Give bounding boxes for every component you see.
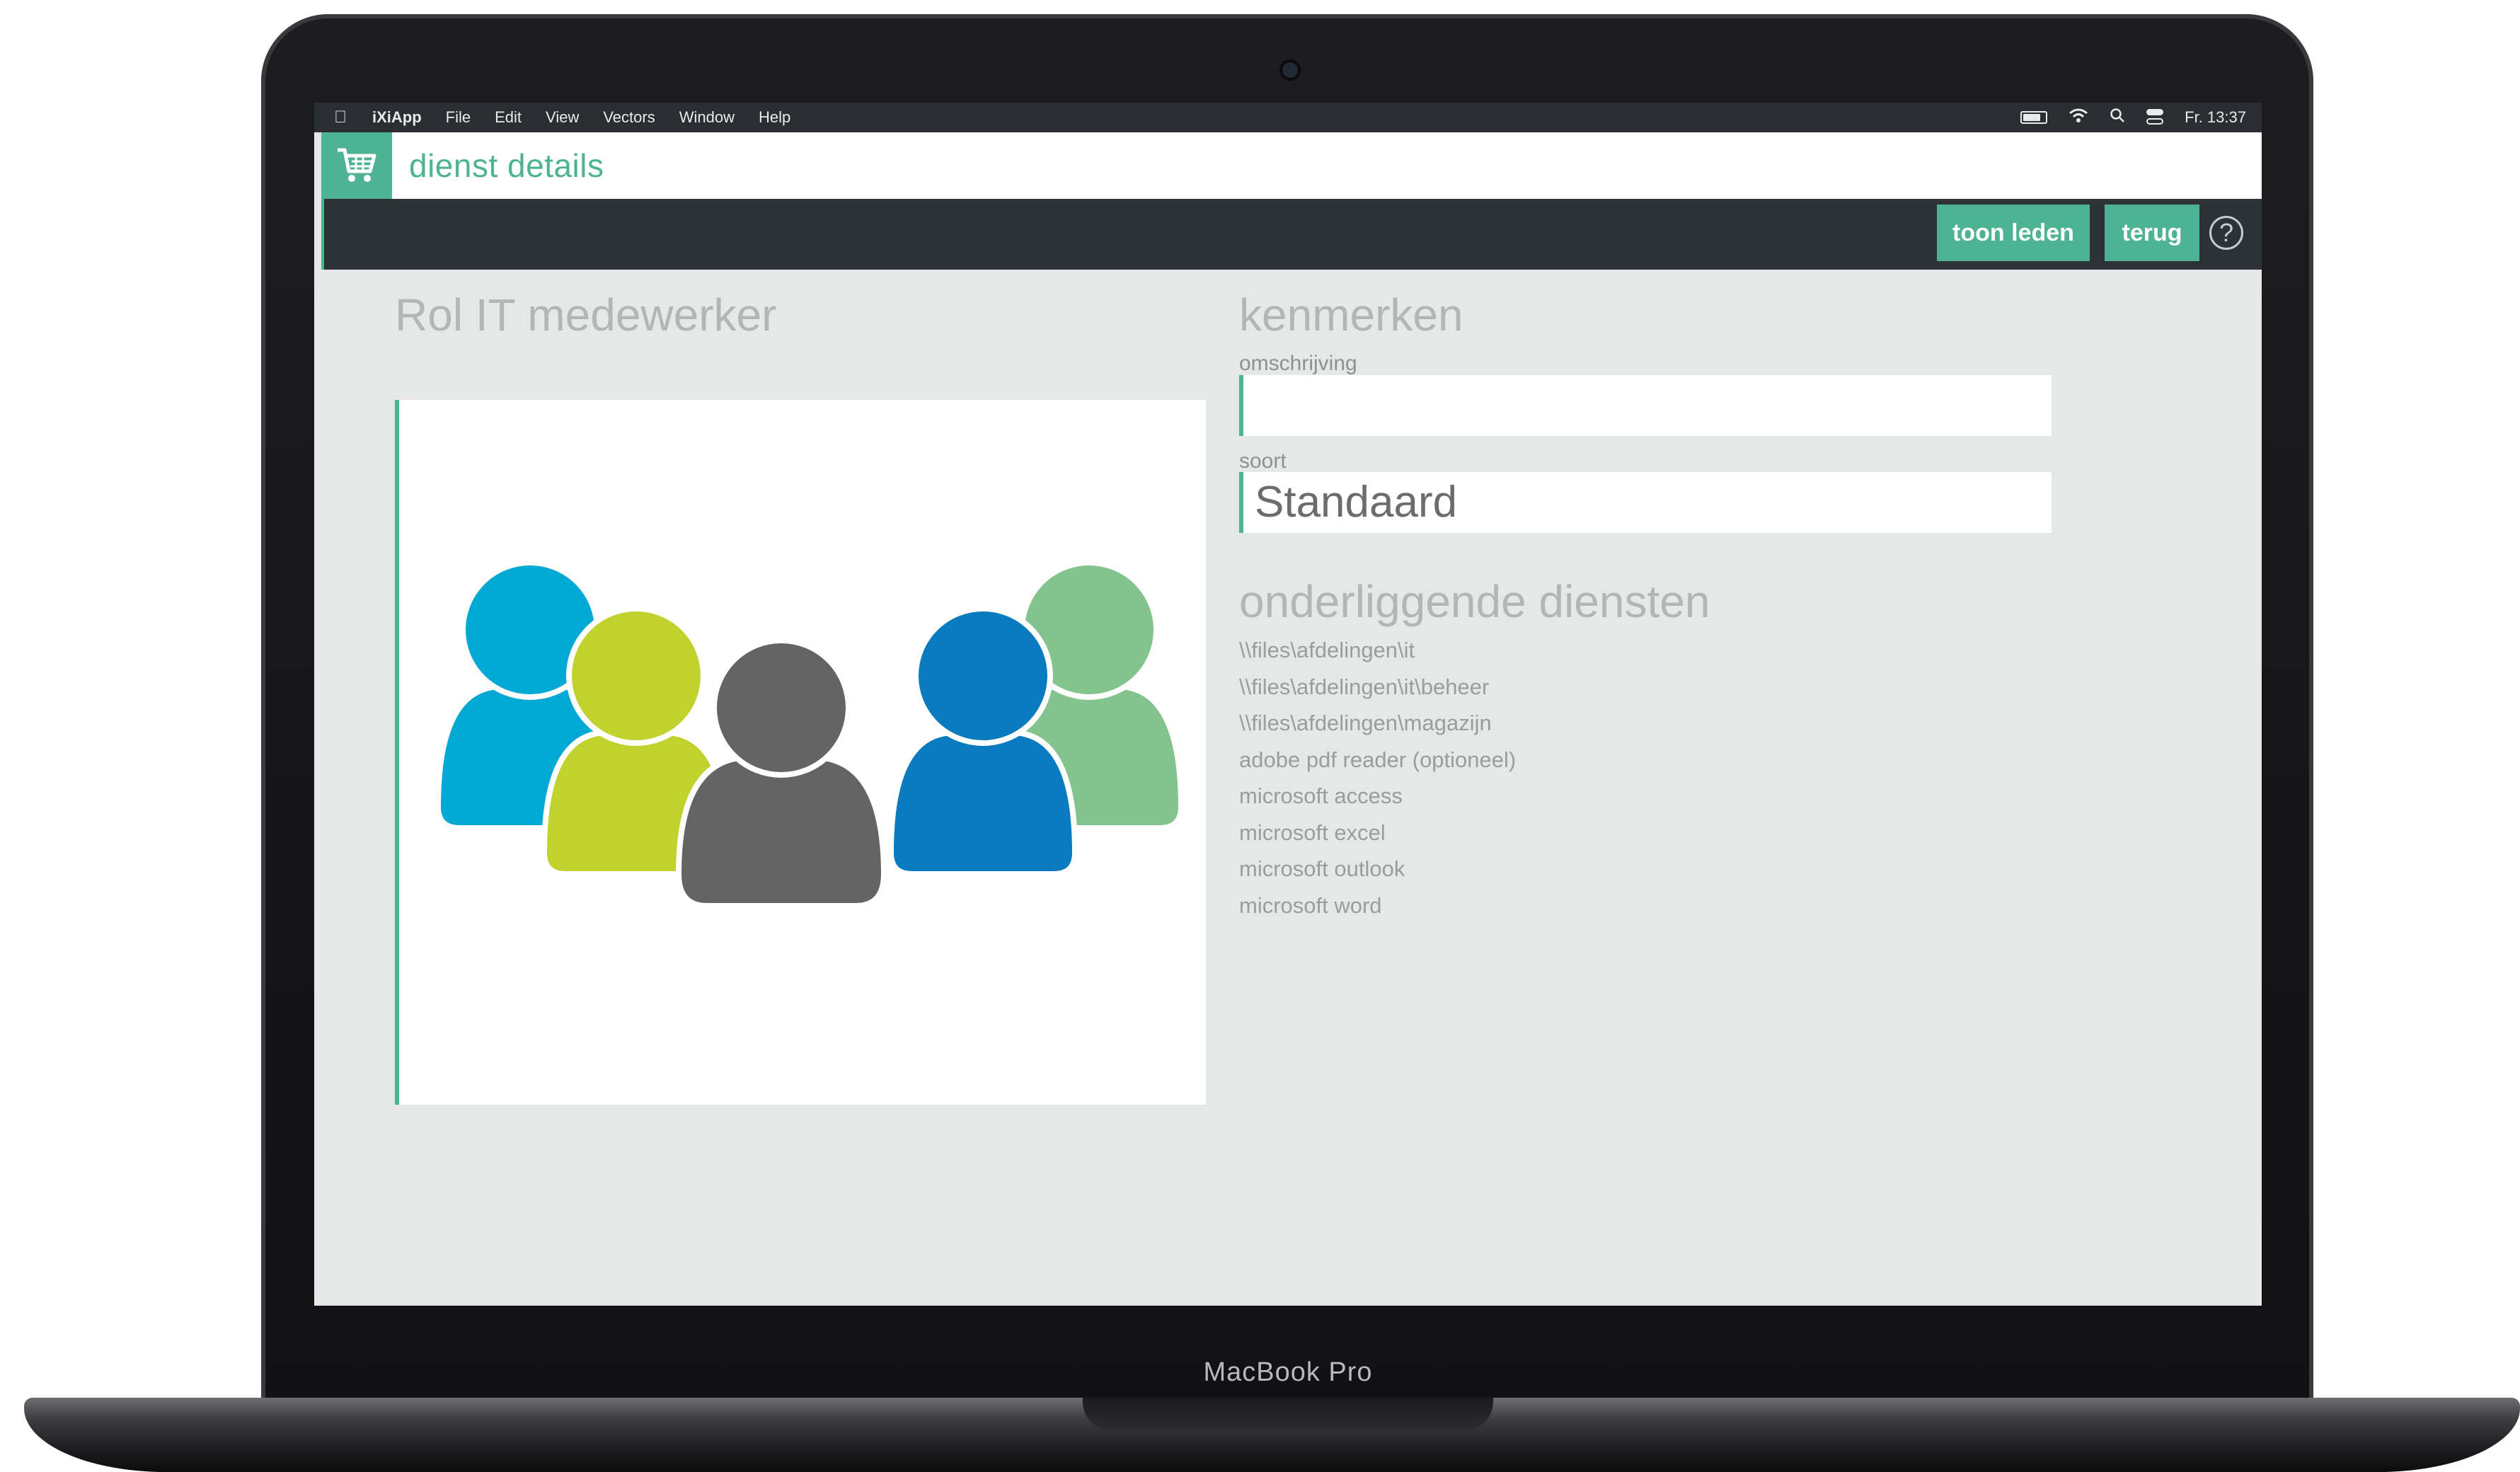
- kenmerken-title: kenmerken: [1239, 289, 1463, 340]
- menu-app[interactable]: iXiApp: [372, 108, 422, 127]
- service-item[interactable]: microsoft outlook: [1239, 851, 1516, 887]
- person-gray: [675, 638, 887, 909]
- battery-icon[interactable]: [2020, 111, 2048, 124]
- menu-vectors[interactable]: Vectors: [603, 108, 655, 127]
- back-button[interactable]: terug: [2105, 205, 2199, 261]
- description-input[interactable]: [1239, 375, 2052, 436]
- service-item[interactable]: \\files\afdelingen\it\beheer: [1239, 669, 1516, 706]
- help-icon[interactable]: ?: [2209, 216, 2243, 250]
- menu-file[interactable]: File: [446, 108, 471, 127]
- toolbar: toon leden terug ?: [321, 199, 2262, 270]
- device-label: MacBook Pro: [1203, 1357, 1373, 1387]
- menu-window[interactable]: Window: [679, 108, 735, 127]
- service-item[interactable]: adobe pdf reader (optioneel): [1239, 742, 1516, 778]
- cart-icon[interactable]: [321, 132, 392, 199]
- service-item[interactable]: microsoft access: [1239, 778, 1516, 815]
- control-center-icon[interactable]: [2146, 109, 2164, 126]
- wifi-icon[interactable]: [2069, 108, 2088, 127]
- status-area: Fr. 13:37: [2020, 103, 2246, 132]
- service-item[interactable]: \\files\afdelingen\magazijn: [1239, 705, 1516, 742]
- window-title: dienst details: [409, 147, 604, 184]
- type-label: soort: [1239, 449, 1287, 473]
- camera-icon: [1282, 62, 1298, 78]
- menu-help[interactable]: Help: [759, 108, 790, 127]
- apple-icon[interactable]: : [334, 108, 347, 127]
- show-members-button[interactable]: toon leden: [1937, 205, 2090, 261]
- people-group-icon: [435, 560, 1185, 909]
- laptop-notch: [1083, 1398, 1493, 1430]
- menu-bar:  iXiApp File Edit View Vectors Window H…: [314, 103, 2262, 132]
- role-image-card: [395, 400, 1206, 1105]
- service-item[interactable]: microsoft excel: [1239, 815, 1516, 851]
- underlying-services-list: \\files\afdelingen\it \\files\afdelingen…: [1239, 632, 1516, 924]
- screen:  iXiApp File Edit View Vectors Window H…: [314, 103, 2262, 1306]
- service-item[interactable]: \\files\afdelingen\it: [1239, 632, 1516, 669]
- clock[interactable]: Fr. 13:37: [2185, 108, 2246, 127]
- service-item[interactable]: microsoft word: [1239, 887, 1516, 924]
- role-title: Rol IT medewerker: [395, 289, 777, 340]
- underlying-services-title: onderliggende diensten: [1239, 576, 1710, 627]
- type-field[interactable]: Standaard: [1239, 472, 2052, 533]
- menu-view[interactable]: View: [546, 108, 579, 127]
- menu-edit[interactable]: Edit: [495, 108, 522, 127]
- search-icon[interactable]: [2110, 108, 2125, 127]
- title-bar: dienst details: [321, 132, 2262, 199]
- description-label: omschrijving: [1239, 352, 1357, 375]
